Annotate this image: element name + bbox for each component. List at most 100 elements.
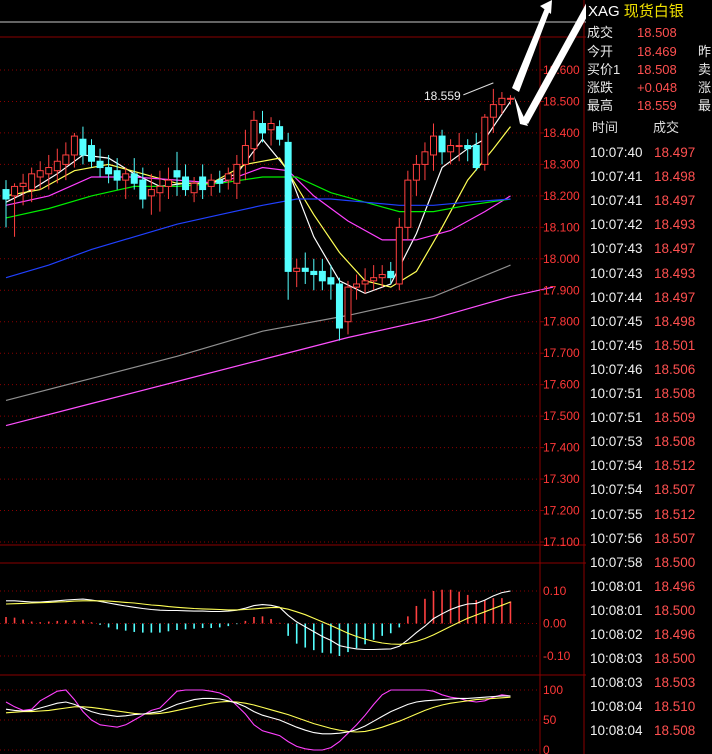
tick-time: 10:07:54	[590, 458, 643, 474]
tick-row: 10:07:44 18.497	[587, 286, 712, 310]
candle	[301, 252, 309, 284]
kdj-panel	[5, 689, 511, 751]
axis-tick-label: 18.400	[543, 126, 580, 140]
quote-extra: 涨	[698, 80, 712, 95]
candle	[276, 120, 284, 146]
tick-price: 18.508	[654, 386, 696, 401]
candle-body	[267, 122, 275, 131]
candle-body	[241, 145, 249, 165]
candle-body	[139, 179, 147, 200]
ticks-header: 时间 成交	[587, 117, 712, 139]
tick-price: 18.497	[654, 193, 696, 209]
ma120-line	[5, 264, 511, 401]
candle	[79, 126, 87, 165]
quote-row-change: 涨跌 +0.048 涨	[587, 79, 712, 96]
tick-time: 10:08:01	[590, 602, 643, 618]
candle-body	[11, 185, 19, 197]
tick-row: 10:08:04 18.510	[587, 695, 712, 719]
tick-price: 18.498	[654, 169, 696, 185]
quote-row-last: 成交 18.508	[587, 24, 712, 41]
candle-body	[113, 170, 121, 181]
candle	[447, 139, 455, 165]
tick-time: 10:07:54	[590, 482, 643, 498]
tick-price: 18.506	[654, 361, 696, 377]
candle-body	[233, 163, 241, 184]
tick-time: 10:07:45	[590, 313, 643, 329]
candle-body	[421, 151, 429, 165]
candle-body	[361, 280, 369, 285]
quote-label: 最高	[587, 98, 614, 113]
tick-row: 10:07:51 18.509	[587, 406, 712, 430]
candle-body	[404, 179, 412, 228]
tick-price: 18.500	[654, 602, 696, 618]
candle	[216, 170, 224, 193]
tick-price: 18.493	[654, 265, 696, 281]
candle	[438, 129, 446, 165]
candle-body	[70, 135, 78, 156]
tick-row: 10:08:03 18.500	[587, 647, 712, 671]
price-axis: 18.60018.50018.40018.30018.20018.10018.0…	[540, 63, 580, 754]
ma250-line	[5, 286, 554, 427]
candle	[489, 88, 497, 133]
macd-dif-line	[6, 590, 511, 651]
candle-body	[105, 167, 113, 175]
candle-body	[481, 116, 489, 165]
candle-body	[224, 173, 232, 181]
candle	[293, 258, 301, 288]
quote-value: 18.559	[637, 98, 677, 113]
high-annotation: 18.559	[424, 89, 461, 103]
tick-time: 10:07:40	[590, 145, 643, 160]
candle-body	[164, 179, 172, 187]
tick-price: 18.497	[654, 241, 696, 257]
candle-body	[156, 185, 164, 194]
tick-time: 10:08:04	[590, 723, 643, 739]
candle	[156, 170, 164, 212]
kdj-d-line	[5, 696, 511, 733]
ma5-line	[5, 101, 511, 295]
candle-body	[96, 160, 104, 169]
axis-tick-label: 17.900	[543, 283, 580, 297]
tick-time: 10:08:03	[590, 675, 643, 691]
tick-price: 18.493	[654, 217, 696, 233]
candle-body	[430, 135, 437, 156]
tick-time: 10:08:01	[590, 578, 643, 594]
tick-row: 10:08:01 18.500	[587, 599, 712, 623]
candle	[233, 154, 241, 200]
tick-price: 18.500	[654, 651, 696, 667]
quote-row-open: 今开 18.469 昨	[587, 43, 712, 60]
tick-time: 10:07:43	[590, 265, 643, 281]
macd-dea-line	[5, 600, 511, 645]
candle-body	[276, 126, 284, 140]
tick-time: 10:07:43	[590, 241, 643, 257]
quote-label: 成交	[587, 25, 614, 40]
candle-body	[173, 170, 181, 178]
candle-body	[438, 135, 446, 153]
tick-row: 10:07:55 18.512	[587, 503, 712, 527]
candle-body	[45, 167, 53, 175]
candle	[430, 123, 437, 171]
axis-tick-label: 17.500	[543, 409, 580, 423]
tick-price: 18.497	[654, 289, 696, 305]
tick-row: 10:07:46 18.506	[587, 358, 712, 382]
candle-body	[464, 145, 472, 150]
candle-body	[2, 189, 10, 200]
candle	[404, 170, 412, 240]
axis-tick-label: 0.10	[543, 584, 567, 598]
axis-tick-label: 0	[543, 743, 550, 754]
candle	[2, 180, 10, 228]
tick-row: 10:07:54 18.507	[587, 478, 712, 502]
candle	[412, 154, 420, 196]
candle	[370, 265, 378, 291]
candle	[259, 110, 266, 143]
ticks-header-time: 时间	[592, 120, 619, 135]
candle-body	[506, 97, 514, 100]
candle-body	[335, 283, 343, 329]
tick-price: 18.496	[654, 578, 696, 594]
tick-row: 10:07:45 18.498	[587, 310, 712, 334]
candle	[481, 114, 489, 171]
candle	[147, 173, 155, 215]
candle-body	[62, 154, 70, 165]
candle	[395, 217, 403, 291]
tick-time: 10:08:03	[590, 651, 643, 667]
tick-row: 10:08:02 18.496	[587, 623, 712, 647]
